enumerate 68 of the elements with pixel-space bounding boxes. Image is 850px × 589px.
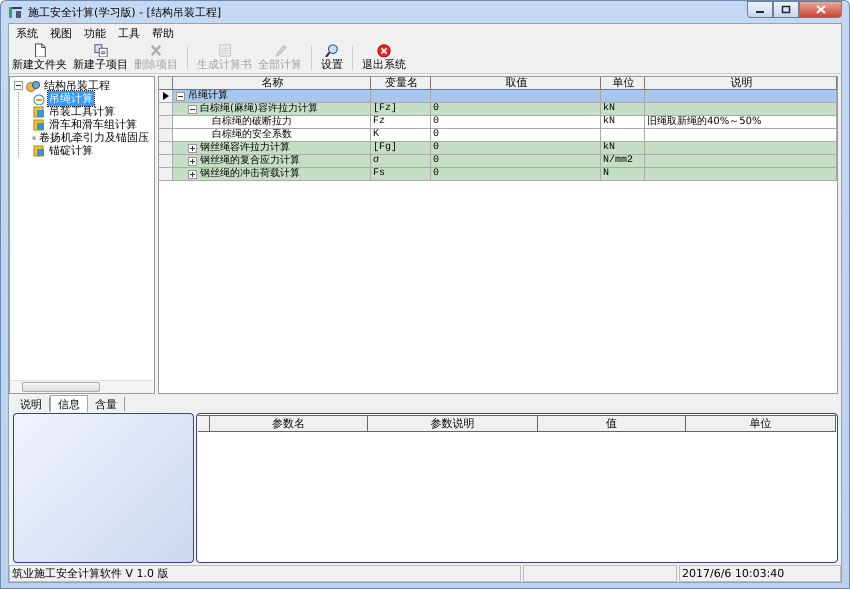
toolbar-button[interactable]: 退出系统 [359,43,409,72]
table-cell [601,129,645,142]
toolbar-button[interactable]: 新建子项目 [70,43,131,72]
table-cell: 0 [431,142,601,155]
table-cell: kN [601,142,645,155]
exit-icon [375,43,393,57]
column-header[interactable]: 变量名 [371,77,431,90]
corner-header [198,415,210,432]
table-cell: [Fz] [371,103,431,116]
row-title: 钢丝绳的冲击荷载计算 [200,168,300,180]
close-icon [816,5,826,14]
status-text: 筑业施工安全计算软件 V 1.0 版 [9,565,521,582]
row-title: 吊绳计算 [188,90,228,102]
column-header[interactable]: 单位 [686,415,836,432]
tree-item[interactable]: 卷扬机牵引力及锚固压 [38,130,150,145]
table-cell: 0 [431,168,601,181]
menu-item[interactable]: 功能 [78,26,112,40]
row-header[interactable] [159,90,173,103]
window-title: 施工安全计算(学习版) - [结构吊装工程] [28,4,222,20]
table-cell: 0 [431,116,601,129]
table-cell: kN [601,116,645,129]
expand-icon[interactable] [188,144,197,152]
column-header[interactable]: 单位 [601,77,645,90]
table-cell: 0 [431,129,601,142]
tree-item[interactable]: 锚碇计算 [48,143,94,158]
table-cell: 0 [431,155,601,168]
table-cell: kN [601,103,645,116]
table-cell: 0 [431,103,601,116]
table-cell: N/mm2 [601,155,645,168]
minimize-button[interactable] [747,1,773,18]
folder-icon [32,106,46,118]
menu-item[interactable]: 视图 [44,26,78,40]
table-cell: σ [371,155,431,168]
maximize-icon [781,5,791,14]
status-datetime: 2017/6/6 10:03:40 [679,565,841,582]
corner-header [159,77,173,90]
column-header[interactable]: 名称 [173,77,371,90]
menu-item[interactable]: 帮助 [146,26,180,40]
table-cell: Fz [371,116,431,129]
expand-icon[interactable] [188,170,197,178]
column-header[interactable]: 说明 [645,77,837,90]
column-header[interactable]: 参数说明 [368,415,538,432]
horizontal-scrollbar[interactable] [10,380,154,393]
expand-icon[interactable] [188,156,197,166]
toolbar-button[interactable]: 新建文件夹 [9,43,70,72]
collapse-icon[interactable] [14,81,23,90]
column-header[interactable]: 取值 [431,77,601,90]
collapse-icon[interactable] [188,104,197,114]
table-cell: [Fg] [371,142,431,155]
close-button[interactable] [799,1,842,18]
table-cell: N [601,168,645,181]
toolbar-button[interactable]: 设置 [318,43,346,72]
menu-item[interactable]: 工具 [112,26,146,40]
tree-item[interactable]: 滑车和滑车组计算 [48,117,138,132]
table-cell: Fs [371,168,431,181]
app-icon [8,5,24,19]
tab[interactable]: 含量 [88,396,125,410]
column-header[interactable]: 值 [538,415,686,432]
documents-icon [92,43,110,57]
tab[interactable]: 信息 [50,395,88,412]
row-title: 白棕绳的破断拉力 [212,116,292,128]
column-header[interactable]: 参数名 [210,415,368,432]
maximize-button[interactable] [773,1,799,18]
menu-item[interactable]: 系统 [10,26,44,40]
table-cell: K [371,129,431,142]
tree-item[interactable]: 结构吊装工程 [43,78,111,93]
collapse-icon[interactable] [176,92,185,100]
table-cell [601,90,645,103]
